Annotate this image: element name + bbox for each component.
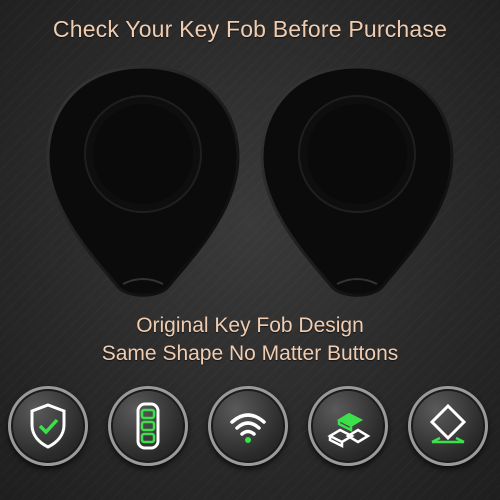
shield-badge [8,386,88,466]
subtitle-line-2: Same Shape No Matter Buttons [101,342,399,365]
key-fob-right [257,62,457,302]
key-fob-right-image [260,65,454,297]
wifi-signal-icon [230,413,266,443]
diamond-badge [408,386,488,466]
remote-key-badge [108,386,188,466]
subtitle-line-1: Original Key Fob Design [136,314,364,337]
key-fob-left [43,62,243,302]
gold-bars-icon [327,412,371,449]
gold-bars-badge [308,386,388,466]
shield-check-icon [30,403,66,449]
feature-icon-row [0,386,500,486]
wifi-badge [208,386,288,466]
page-title: Check Your Key Fob Before Purchase [52,16,448,42]
key-fob-left-image [46,65,240,297]
diamond-icon [429,403,467,444]
remote-key-icon [136,402,160,450]
